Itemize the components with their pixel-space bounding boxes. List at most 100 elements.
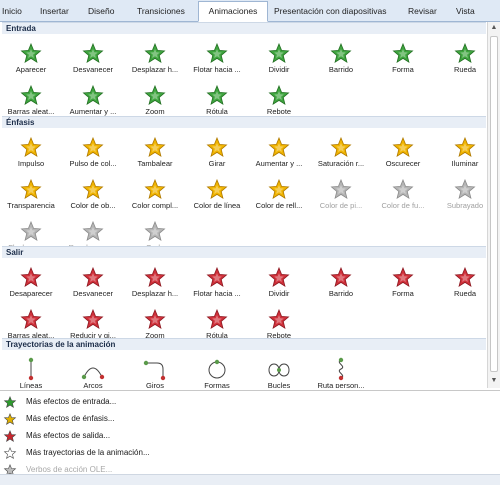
tab-presentación-con-diapositivas[interactable]: Presentación con diapositivas [274, 3, 396, 20]
star-icon [81, 135, 105, 159]
more-effects-menu: Más efectos de entrada... Más efectos de … [0, 390, 500, 485]
star-icon [81, 41, 105, 65]
effect-item[interactable]: Giros [124, 352, 186, 388]
effect-item[interactable]: Transparencia [0, 172, 62, 216]
effect-label: Aparecer [15, 65, 47, 74]
gallery-scrollbar[interactable]: ▲ ▼ [487, 22, 500, 388]
effect-item[interactable]: Aparecer [0, 36, 62, 80]
effect-label: Desvanecer [72, 289, 114, 298]
star-icon [205, 41, 229, 65]
star-icon [81, 177, 105, 201]
effect-label: Iluminar [451, 159, 479, 168]
effect-item[interactable]: Forma [372, 36, 434, 80]
menu-item-label: Más efectos de énfasis... [26, 414, 115, 423]
effect-label: Flotar hacia ... [193, 289, 241, 298]
effect-item[interactable]: Líneas [0, 352, 62, 388]
menu-item-label: Más efectos de salida... [26, 431, 111, 440]
scroll-down-icon[interactable]: ▼ [489, 376, 499, 386]
star-icon [81, 83, 105, 107]
menu-item[interactable]: Más trayectorias de la animación... [0, 445, 490, 461]
effect-item[interactable]: Aumentar y ... [248, 130, 310, 174]
effect-item[interactable]: Arcos [62, 352, 124, 388]
star-icon [143, 83, 167, 107]
scroll-thumb[interactable] [490, 36, 498, 372]
effect-item[interactable]: Formas [186, 352, 248, 388]
star-icon [453, 135, 477, 159]
effect-item[interactable]: Forma [372, 260, 434, 304]
tab-insertar[interactable]: Insertar [40, 3, 80, 20]
ribbon-tab-bar: Inicio Insertar Diseño Transiciones Animacio… [0, 0, 500, 22]
menu-item[interactable]: Más efectos de entrada... [0, 394, 490, 410]
effect-item[interactable]: Flotar hacia ... [186, 36, 248, 80]
section-header: Énfasis [2, 116, 486, 128]
effect-item[interactable]: Desvanecer [62, 36, 124, 80]
effect-item[interactable]: Oscurecer [372, 130, 434, 174]
menu-item[interactable]: Más efectos de salida... [0, 428, 490, 444]
tab-transiciones[interactable]: Transiciones [137, 3, 191, 20]
effect-item[interactable]: Barrido [310, 260, 372, 304]
star-icon [267, 307, 291, 331]
effect-item[interactable]: Desaparecer [0, 260, 62, 304]
star-icon [19, 135, 43, 159]
menu-item[interactable]: Más efectos de énfasis... [0, 411, 490, 427]
effect-item[interactable]: Color compl... [124, 172, 186, 216]
tab-vista[interactable]: Vista [456, 3, 486, 20]
effect-item[interactable]: Desvanecer [62, 260, 124, 304]
effect-item[interactable]: Color de ob... [62, 172, 124, 216]
effect-label: Saturación r... [317, 159, 365, 168]
resize-grip[interactable] [0, 474, 500, 485]
effect-label: Dividir [268, 65, 290, 74]
effect-item[interactable]: Flotar hacia ... [186, 260, 248, 304]
effect-label: Rueda [453, 289, 477, 298]
effect-label: Dividir [268, 289, 290, 298]
effect-item[interactable]: Dividir [248, 36, 310, 80]
effect-item[interactable]: Rueda [434, 36, 487, 80]
effect-item[interactable]: Pulso de col... [62, 130, 124, 174]
effect-label: Impulso [17, 159, 45, 168]
star-icon [143, 41, 167, 65]
effect-item[interactable]: Rueda [434, 260, 487, 304]
effect-item[interactable]: Color de línea [186, 172, 248, 216]
effect-item[interactable]: Iluminar [434, 130, 487, 174]
section-header: Trayectorias de la animación [2, 338, 486, 350]
effect-label: Color compl... [131, 201, 179, 210]
star-icon [205, 177, 229, 201]
star-icon [19, 177, 43, 201]
star-icon [267, 41, 291, 65]
tab-revisar[interactable]: Revisar [408, 3, 444, 20]
effect-item[interactable]: Ruta person... [310, 352, 372, 388]
effect-item[interactable]: Girar [186, 130, 248, 174]
motion-path-icon [81, 357, 105, 381]
section-header: Salir [2, 246, 486, 258]
effect-item[interactable]: Tambalear [124, 130, 186, 174]
star-icon [391, 41, 415, 65]
star-icon [19, 83, 43, 107]
effect-item[interactable]: Desplazar h... [124, 36, 186, 80]
motion-path-icon [19, 357, 43, 381]
effect-label: Forma [392, 65, 414, 74]
star-icon [267, 177, 291, 201]
effect-item[interactable]: Barrido [310, 36, 372, 80]
star-icon [143, 307, 167, 331]
effect-label: Barrido [328, 289, 354, 298]
tab-animaciones[interactable]: Animaciones [198, 1, 268, 22]
effect-label: Aumentar y ... [255, 159, 303, 168]
star-icon [3, 412, 17, 426]
effect-label: Bucles [267, 381, 291, 388]
effect-label: Desvanecer [72, 65, 114, 74]
effect-label: Arcos [83, 381, 103, 388]
tab-diseño[interactable]: Diseño [88, 3, 124, 20]
star-icon [453, 265, 477, 289]
effect-item[interactable]: Impulso [0, 130, 62, 174]
effect-item[interactable]: Bucles [248, 352, 310, 388]
effect-item[interactable]: Desplazar h... [124, 260, 186, 304]
effect-label: Oscurecer [385, 159, 421, 168]
effect-label: Color de línea [193, 201, 241, 210]
effect-item[interactable]: Saturación r... [310, 130, 372, 174]
scroll-up-icon[interactable]: ▲ [489, 23, 499, 33]
effect-label: Color de rell... [255, 201, 303, 210]
tab-inicio[interactable]: Inicio [2, 3, 34, 20]
effect-item[interactable]: Dividir [248, 260, 310, 304]
star-icon [143, 265, 167, 289]
effect-item[interactable]: Color de rell... [248, 172, 310, 216]
